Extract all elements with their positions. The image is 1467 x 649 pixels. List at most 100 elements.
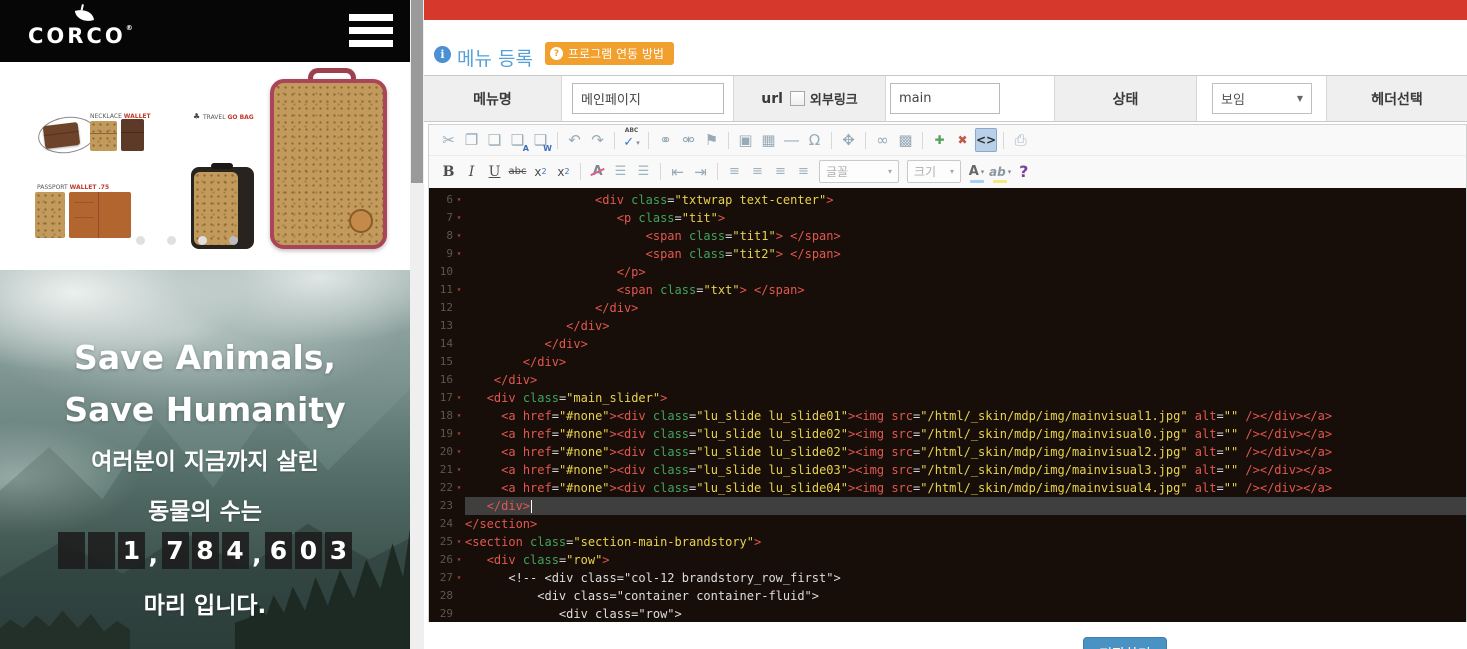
code-line-12[interactable]: 12 </div> xyxy=(429,299,1466,317)
cork-wallet-image[interactable] xyxy=(90,121,117,151)
italic-icon[interactable]: I xyxy=(461,160,482,184)
cut-icon[interactable]: ✂ xyxy=(438,128,459,152)
code-line-29[interactable]: 29 <div class="row"> xyxy=(429,605,1466,622)
strikethrough-icon[interactable]: abc xyxy=(507,160,528,184)
code-line-22[interactable]: 22▾ <a href="#none"><div class="lu_slide… xyxy=(429,479,1466,497)
pane-scrollbar[interactable] xyxy=(410,0,424,649)
redo-icon[interactable]: ↷ xyxy=(587,128,608,152)
fold-arrow-icon[interactable]: ▾ xyxy=(453,389,465,407)
fold-arrow-icon[interactable]: ▾ xyxy=(453,281,465,299)
code-line-9[interactable]: 9▾ <span class="tit2"> </span> xyxy=(429,245,1466,263)
url-input[interactable] xyxy=(890,83,1000,114)
find-icon[interactable]: ∞ xyxy=(872,128,893,152)
passport-wallet-cover-image[interactable] xyxy=(35,192,65,238)
fold-arrow-icon[interactable]: ▾ xyxy=(453,245,465,263)
indent-icon[interactable]: ⇥ xyxy=(690,160,711,184)
about-icon[interactable]: ? xyxy=(1013,160,1034,184)
external-link-checkbox[interactable] xyxy=(790,91,805,106)
table-icon[interactable]: ▦ xyxy=(758,128,779,152)
horizontal-rule-icon[interactable]: ― xyxy=(781,128,802,152)
code-line-18[interactable]: 18▾ <a href="#none"><div class="lu_slide… xyxy=(429,407,1466,425)
header-select-cell[interactable]: 헤더선택 xyxy=(1327,76,1467,121)
anchor-flag-icon[interactable]: ⚑ xyxy=(701,128,722,152)
code-line-15[interactable]: 15 </div> xyxy=(429,353,1466,371)
spellcheck-icon[interactable]: ABC✓▾ xyxy=(621,128,642,152)
slider-dot-2[interactable] xyxy=(167,236,176,245)
code-line-14[interactable]: 14 </div> xyxy=(429,335,1466,353)
underline-icon[interactable]: U xyxy=(484,160,505,184)
slider-dot-1[interactable] xyxy=(136,236,145,245)
code-line-16[interactable]: 16 </div> xyxy=(429,371,1466,389)
hamburger-menu-icon[interactable] xyxy=(349,14,393,48)
program-link-help-button[interactable]: ? 프로그램 연동 방법 xyxy=(545,42,674,65)
link-icon[interactable]: ⚭ xyxy=(655,128,676,152)
paste-icon[interactable]: ❏ xyxy=(484,128,505,152)
undo-icon[interactable]: ↶ xyxy=(564,128,585,152)
bullet-list-icon[interactable]: ☰ xyxy=(633,160,654,184)
scrollbar-thumb[interactable] xyxy=(411,0,423,183)
special-char-icon[interactable]: Ω xyxy=(804,128,825,152)
code-line-13[interactable]: 13 </div> xyxy=(429,317,1466,335)
fold-arrow-icon[interactable]: ▾ xyxy=(453,425,465,443)
code-line-11[interactable]: 11▾ <span class="txt"> </span> xyxy=(429,281,1466,299)
code-line-17[interactable]: 17▾ <div class="main_slider"> xyxy=(429,389,1466,407)
fold-arrow-icon[interactable]: ▾ xyxy=(453,407,465,425)
align-justify-icon[interactable]: ≡ xyxy=(793,160,814,184)
align-center-icon[interactable]: ≡ xyxy=(747,160,768,184)
add-comment-icon[interactable]: ✚ xyxy=(929,128,950,152)
superscript-icon[interactable]: x2 xyxy=(553,160,574,184)
slider-dot-3[interactable] xyxy=(198,236,207,245)
fold-arrow-icon[interactable]: ▾ xyxy=(453,569,465,587)
align-right-icon[interactable]: ≡ xyxy=(770,160,791,184)
code-line-27[interactable]: 27▾ <!-- <div class="col-12 brandstory_r… xyxy=(429,569,1466,587)
slider-dot-4[interactable] xyxy=(229,236,238,245)
code-line-8[interactable]: 8▾ <span class="tit1"> </span> xyxy=(429,227,1466,245)
status-select[interactable]: 보임 ▼ xyxy=(1212,83,1312,114)
code-line-28[interactable]: 28 <div class="container container-fluid… xyxy=(429,587,1466,605)
fold-arrow-icon[interactable]: ▾ xyxy=(453,461,465,479)
text-color-icon[interactable]: A▾ xyxy=(966,160,987,184)
numbered-list-icon[interactable]: ☰ xyxy=(610,160,631,184)
save-button[interactable]: 저장하기 xyxy=(1083,637,1167,649)
fold-arrow-icon[interactable]: ▾ xyxy=(453,209,465,227)
bg-color-icon[interactable]: ab▾ xyxy=(989,160,1011,184)
code-line-26[interactable]: 26▾ <div class="row"> xyxy=(429,551,1466,569)
fold-arrow-icon[interactable]: ▾ xyxy=(453,227,465,245)
code-line-10[interactable]: 10 </p> xyxy=(429,263,1466,281)
bold-icon[interactable]: B xyxy=(438,160,459,184)
size-dropdown[interactable]: 크기▾ xyxy=(907,160,961,183)
code-line-20[interactable]: 20▾ <a href="#none"><div class="lu_slide… xyxy=(429,443,1466,461)
corco-logo[interactable]: CORCO® xyxy=(28,4,148,60)
code-line-19[interactable]: 19▾ <a href="#none"><div class="lu_slide… xyxy=(429,425,1466,443)
necklace-wallet-image[interactable] xyxy=(43,122,81,149)
unlink-icon[interactable]: ⚮ xyxy=(678,128,699,152)
subscript-icon[interactable]: x2 xyxy=(530,160,551,184)
fold-arrow-icon[interactable]: ▾ xyxy=(453,533,465,551)
code-line-23[interactable]: 23 </div> xyxy=(429,497,1466,515)
select-all-icon[interactable]: ▩ xyxy=(895,128,916,152)
print-icon[interactable]: ⎙ xyxy=(1010,128,1031,152)
passport-wallet-open-image[interactable] xyxy=(69,192,131,238)
code-line-7[interactable]: 7▾ <p class="tit"> xyxy=(429,209,1466,227)
fold-arrow-icon[interactable]: ▾ xyxy=(453,443,465,461)
menu-name-input[interactable] xyxy=(572,83,724,114)
travel-go-bag-image[interactable] xyxy=(270,79,387,249)
code-line-25[interactable]: 25▾<section class="section-main-brandsto… xyxy=(429,533,1466,551)
fold-arrow-icon[interactable]: ▾ xyxy=(453,479,465,497)
brown-wallet-image[interactable] xyxy=(121,119,144,151)
code-line-6[interactable]: 6▾ <div class="txtwrap text-center"> xyxy=(429,191,1466,209)
source-code-area[interactable]: 6▾ <div class="txtwrap text-center">7▾ <… xyxy=(429,188,1466,622)
paste-word-icon[interactable]: ❏W xyxy=(530,128,551,152)
font-dropdown[interactable]: 글꼴▾ xyxy=(819,160,899,183)
paste-text-icon[interactable]: ❏A xyxy=(507,128,528,152)
source-icon[interactable]: <> xyxy=(975,128,997,152)
remove-format-icon[interactable]: A xyxy=(587,160,608,184)
code-line-21[interactable]: 21▾ <a href="#none"><div class="lu_slide… xyxy=(429,461,1466,479)
image-icon[interactable]: ▣ xyxy=(735,128,756,152)
align-left-icon[interactable]: ≡ xyxy=(724,160,745,184)
copy-icon[interactable]: ❐ xyxy=(461,128,482,152)
remove-comment-icon[interactable]: ✖ xyxy=(952,128,973,152)
code-line-24[interactable]: 24</section> xyxy=(429,515,1466,533)
maximize-icon[interactable]: ✥ xyxy=(838,128,859,152)
fold-arrow-icon[interactable]: ▾ xyxy=(453,191,465,209)
